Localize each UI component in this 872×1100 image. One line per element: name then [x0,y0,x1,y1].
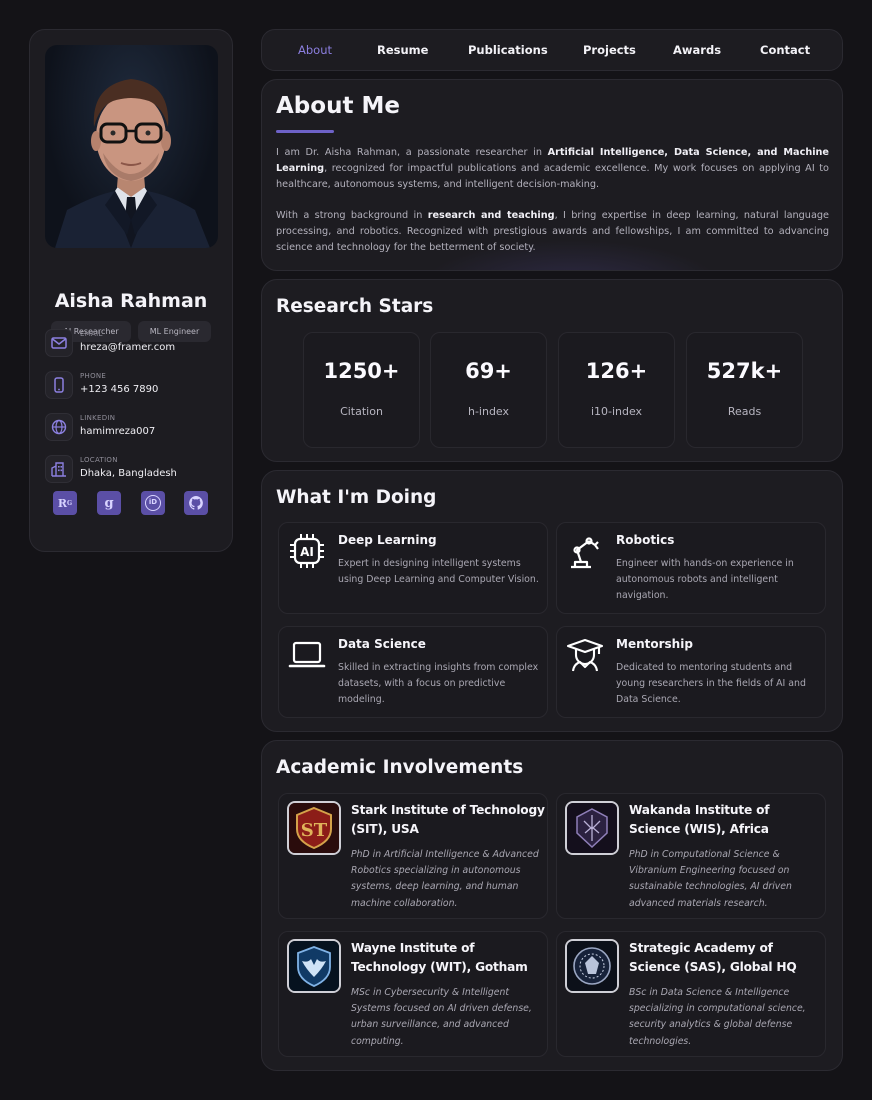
contact-location[interactable]: LOCATION Dhaka, Bangladesh [45,455,225,489]
sas-logo-icon [565,939,619,993]
stat-card: 126+ i10-index [558,332,675,448]
nav-contact[interactable]: Contact [760,43,810,57]
nav-projects[interactable]: Projects [583,43,636,57]
institution-description: PhD in Computational Science & Vibranium… [629,849,792,909]
stark-logo-icon: ST [287,801,341,855]
service-title: Robotics [616,533,675,547]
stat-card: 1250+ Citation [303,332,420,448]
institution-card: Wakanda Institute of Science (WIS), Afri… [556,793,826,919]
contact-phone[interactable]: PHONE +123 456 7890 [45,371,225,405]
institution-title: Wayne Institute of Technology (WIT), Got… [351,941,528,974]
about-paragraph-1: I am Dr. Aisha Rahman, a passionate rese… [276,145,829,194]
graduate-icon [565,635,605,675]
nav-awards[interactable]: Awards [673,43,721,57]
contact-label: LINKEDIN [80,414,116,422]
google-scholar-icon[interactable]: g [97,491,121,515]
about-text: With a strong background in [276,210,428,221]
institution-title: Stark Institute of Technology (SIT), USA [351,803,545,836]
about-text: I am Dr. Aisha Rahman, a passionate rese… [276,147,548,158]
stat-label: Citation [340,405,383,418]
wakanda-logo-icon [565,801,619,855]
service-title: Data Science [338,637,426,651]
institution-card: Wayne Institute of Technology (WIT), Got… [278,931,548,1057]
stat-card: 69+ h-index [430,332,547,448]
stat-card: 527k+ Reads [686,332,803,448]
orcid-text: iD [145,495,161,511]
service-description: Skilled in extracting insights from comp… [338,662,539,706]
building-icon [45,455,73,483]
mail-icon [45,329,73,357]
about-section: About Me I am Dr. Aisha Rahman, a passio… [261,79,843,271]
institution-description: BSc in Data Science & Intelligence speci… [629,987,806,1047]
service-description: Engineer with hands-on experience in aut… [616,558,794,602]
stat-value: 69+ [465,359,512,383]
institution-title: Strategic Academy of Science (SAS), Glob… [629,941,797,974]
institution-title: Wakanda Institute of Science (WIS), Afri… [629,803,770,836]
contact-value: hamimreza007 [80,426,156,437]
contact-value: Dhaka, Bangladesh [80,468,177,479]
svg-text:AI: AI [300,545,314,559]
about-paragraph-2: With a strong background in research and… [276,208,829,257]
institution-card: ST Stark Institute of Technology (SIT), … [278,793,548,919]
what-im-doing-section: What I'm Doing AI Deep Learning Expert i… [261,470,843,732]
nav-about[interactable]: About [298,43,332,57]
researchgate-sup: G [67,499,73,507]
stat-value: 527k+ [706,359,783,383]
nav-publications[interactable]: Publications [468,43,548,57]
service-description: Dedicated to mentoring students and youn… [616,662,806,706]
globe-icon [45,413,73,441]
contact-email[interactable]: EMAIL hreza@framer.com [45,329,225,363]
contact-label: LOCATION [80,456,118,464]
researchgate-text: R [57,496,68,510]
institution-card: Strategic Academy of Science (SAS), Glob… [556,931,826,1057]
institution-description: PhD in Artificial Intelligence & Advance… [351,849,539,909]
robot-arm-icon [565,531,605,571]
academic-title: Academic Involvements [276,757,524,778]
stat-value: 126+ [585,359,648,383]
service-description: Expert in designing intelligent systems … [338,558,539,586]
institution-description: MSc in Cybersecurity & Intelligent Syste… [351,987,532,1047]
nav-resume[interactable]: Resume [377,43,428,57]
ai-chip-icon: AI [287,531,327,571]
stat-label: Reads [727,405,762,418]
contact-linkedin[interactable]: LINKEDIN hamimreza007 [45,413,225,447]
doing-title: What I'm Doing [276,487,437,508]
svg-text:ST: ST [301,820,328,841]
service-card: Robotics Engineer with hands-on experien… [556,522,826,614]
google-scholar-text: g [104,495,114,511]
service-card: Mentorship Dedicated to mentoring studen… [556,626,826,718]
stat-value: 1250+ [323,359,400,383]
contact-value: +123 456 7890 [80,384,159,395]
stat-label: i10-index [590,405,643,418]
service-card: AI Deep Learning Expert in designing int… [278,522,548,614]
about-highlight: research and teaching [427,210,555,221]
title-underline [276,130,334,133]
researchgate-icon[interactable]: RG [53,491,77,515]
profile-name: Aisha Rahman [54,290,208,312]
wayne-logo-icon [287,939,341,993]
stat-label: h-index [467,405,510,418]
orcid-icon[interactable]: iD [141,491,165,515]
about-text: , recognized for impactful publications … [276,163,829,191]
service-title: Deep Learning [338,533,437,547]
top-nav: About Resume Publications Projects Award… [261,29,843,71]
contact-label: EMAIL [80,330,103,338]
profile-sidebar: Aisha Rahman AI Researcher ML Engineer E… [29,29,233,552]
phone-icon [45,371,73,399]
research-stats-section: Research Stars 1250+ Citation 69+ h-inde… [261,279,843,462]
contact-label: PHONE [80,372,107,380]
contact-value: hreza@framer.com [80,342,176,353]
service-title: Mentorship [616,637,693,651]
github-icon[interactable] [184,491,208,515]
about-title: About Me [276,93,400,119]
service-card: Data Science Skilled in extracting insig… [278,626,548,718]
academic-section: Academic Involvements ST Stark Institute… [261,740,843,1071]
profile-photo [45,45,218,248]
laptop-icon [287,635,327,675]
stats-title: Research Stars [276,296,434,317]
